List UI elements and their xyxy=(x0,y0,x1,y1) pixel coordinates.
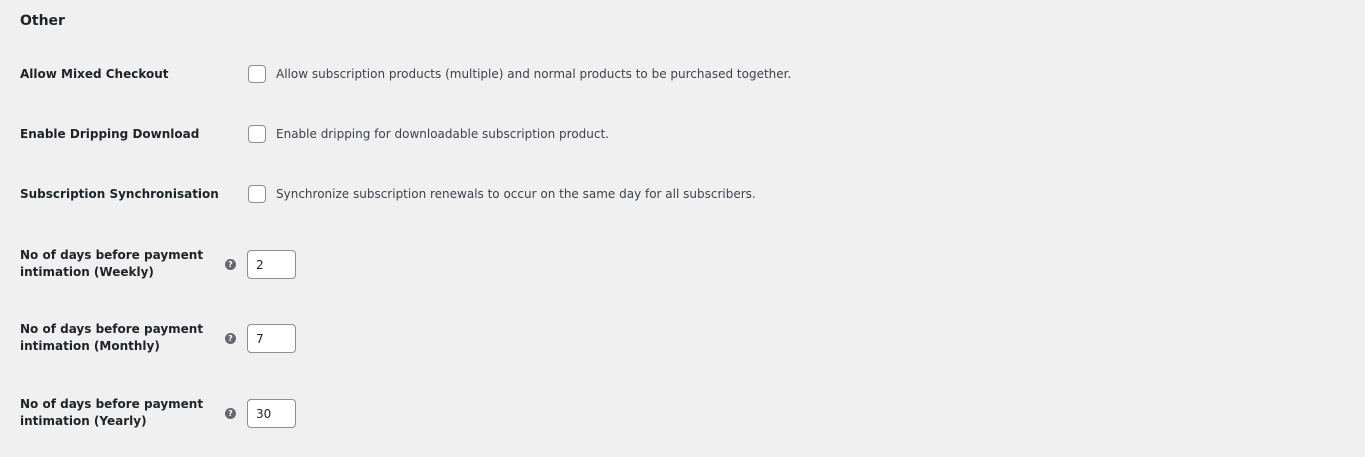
mixed-checkout-checkbox[interactable] xyxy=(248,65,266,83)
weekly-days-label: No of days before payment intimation (We… xyxy=(20,247,220,281)
monthly-days-label: No of days before payment intimation (Mo… xyxy=(20,321,220,355)
yearly-days-label-line2: intimation (Yearly) xyxy=(20,414,147,428)
monthly-days-label-line2: intimation (Monthly) xyxy=(20,339,160,353)
question-circle-icon[interactable]: ? xyxy=(225,333,236,344)
synchronisation-description: Synchronize subscription renewals to occ… xyxy=(276,187,756,201)
section-title: Other xyxy=(20,13,65,29)
yearly-days-label-line1: No of days before payment xyxy=(20,397,204,411)
dripping-download-label: Enable Dripping Download xyxy=(20,127,200,141)
dripping-download-description: Enable dripping for downloadable subscri… xyxy=(276,127,609,141)
question-circle-icon[interactable]: ? xyxy=(225,259,236,270)
monthly-days-label-line1: No of days before payment xyxy=(20,322,204,336)
settings-panel: Other Allow Mixed Checkout Allow subscri… xyxy=(0,0,1365,457)
mixed-checkout-label: Allow Mixed Checkout xyxy=(20,67,169,81)
mixed-checkout-description: Allow subscription products (multiple) a… xyxy=(276,67,792,81)
weekly-days-label-line1: No of days before payment xyxy=(20,248,204,262)
yearly-days-input[interactable] xyxy=(247,399,296,428)
weekly-days-input[interactable] xyxy=(247,250,296,279)
monthly-days-input[interactable] xyxy=(247,324,296,353)
weekly-days-label-line2: intimation (Weekly) xyxy=(20,265,154,279)
synchronisation-checkbox[interactable] xyxy=(248,185,266,203)
synchronisation-label: Subscription Synchronisation xyxy=(20,187,219,201)
dripping-download-checkbox[interactable] xyxy=(248,125,266,143)
question-circle-icon[interactable]: ? xyxy=(225,408,236,419)
yearly-days-label: No of days before payment intimation (Ye… xyxy=(20,396,220,430)
